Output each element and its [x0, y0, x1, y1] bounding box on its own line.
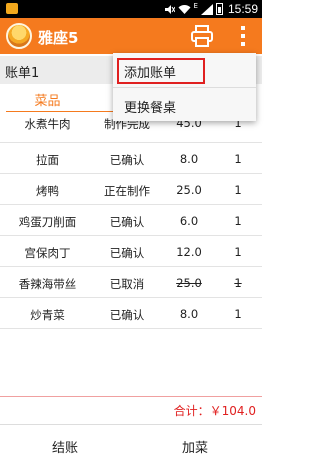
menu-item-add-bill[interactable]: 添加账单: [113, 53, 256, 87]
overflow-menu-icon[interactable]: [236, 24, 250, 48]
table-title: 雅座5: [38, 29, 79, 47]
status-bar: E 15:59: [0, 0, 262, 18]
table-row[interactable]: 炒青菜 已确认 8.0 1: [0, 298, 262, 329]
menu-item-label: 更换餐桌: [124, 101, 177, 116]
signal-icon: [200, 3, 213, 15]
dish-status: 正在制作: [104, 184, 150, 198]
column-dish: 菜品: [34, 94, 61, 109]
table-row[interactable]: 香辣海带丝 已取消 25.0 1: [0, 267, 262, 298]
dish-name: 烤鸭: [36, 184, 59, 198]
dish-price: 12.0: [176, 245, 202, 259]
bill-title: 账单1: [5, 66, 40, 81]
dish-status: 已取消: [109, 277, 145, 291]
total-divider: [0, 396, 262, 397]
dish-qty: 1: [234, 152, 242, 166]
dish-price: 25.0: [176, 183, 202, 197]
checkout-button[interactable]: 结账: [25, 437, 105, 456]
dish-name: 拉面: [36, 153, 59, 167]
dish-name: 水煮牛肉: [24, 117, 71, 131]
menu-item-label: 添加账单: [124, 66, 177, 81]
dish-status: 已确认: [109, 308, 145, 322]
network-type-label: E: [193, 2, 198, 10]
dish-qty: 1: [234, 245, 242, 259]
dish-qty: 1: [234, 183, 242, 197]
bottom-bar: 结账 加菜: [0, 424, 262, 466]
bill-total: 合计：￥104.0: [173, 404, 256, 418]
overflow-menu: 添加账单 更换餐桌: [113, 53, 256, 121]
dish-name: 香辣海带丝: [18, 277, 77, 291]
battery-icon: [215, 3, 223, 15]
notification-icon: [6, 3, 18, 14]
dish-name: 炒青菜: [30, 308, 65, 322]
dish-name: 鸡蛋刀削面: [18, 215, 77, 229]
dish-qty: 1: [234, 276, 242, 290]
dish-price: 25.0: [176, 276, 202, 290]
dish-status: 已确认: [109, 246, 145, 260]
dish-status: 已确认: [109, 153, 145, 167]
dish-price: 8.0: [179, 307, 199, 321]
dish-list: 水煮牛肉 制作完成 45.0 1 拉面 已确认 8.0 1 烤鸭 正在制作 25…: [0, 112, 262, 329]
dish-price: 8.0: [179, 152, 199, 166]
clock: 15:59: [227, 2, 258, 16]
dish-name: 宫保肉丁: [24, 246, 71, 260]
action-bar: 雅座5: [0, 18, 262, 54]
wifi-icon: [178, 4, 191, 14]
table-row[interactable]: 烤鸭 正在制作 25.0 1: [0, 174, 262, 205]
table-row[interactable]: 鸡蛋刀削面 已确认 6.0 1: [0, 205, 262, 236]
dish-qty: 1: [234, 307, 242, 321]
table-row[interactable]: 宫保肉丁 已确认 12.0 1: [0, 236, 262, 267]
table-row[interactable]: 拉面 已确认 8.0 1: [0, 143, 262, 174]
dish-status: 已确认: [109, 215, 145, 229]
add-dish-button[interactable]: 加菜: [155, 437, 235, 456]
mute-icon: [164, 4, 175, 14]
dish-price: 6.0: [179, 214, 199, 228]
app-logo-icon[interactable]: [6, 23, 32, 49]
menu-item-change-table[interactable]: 更换餐桌: [113, 87, 256, 121]
printer-icon[interactable]: [190, 24, 214, 48]
dish-qty: 1: [234, 214, 242, 228]
